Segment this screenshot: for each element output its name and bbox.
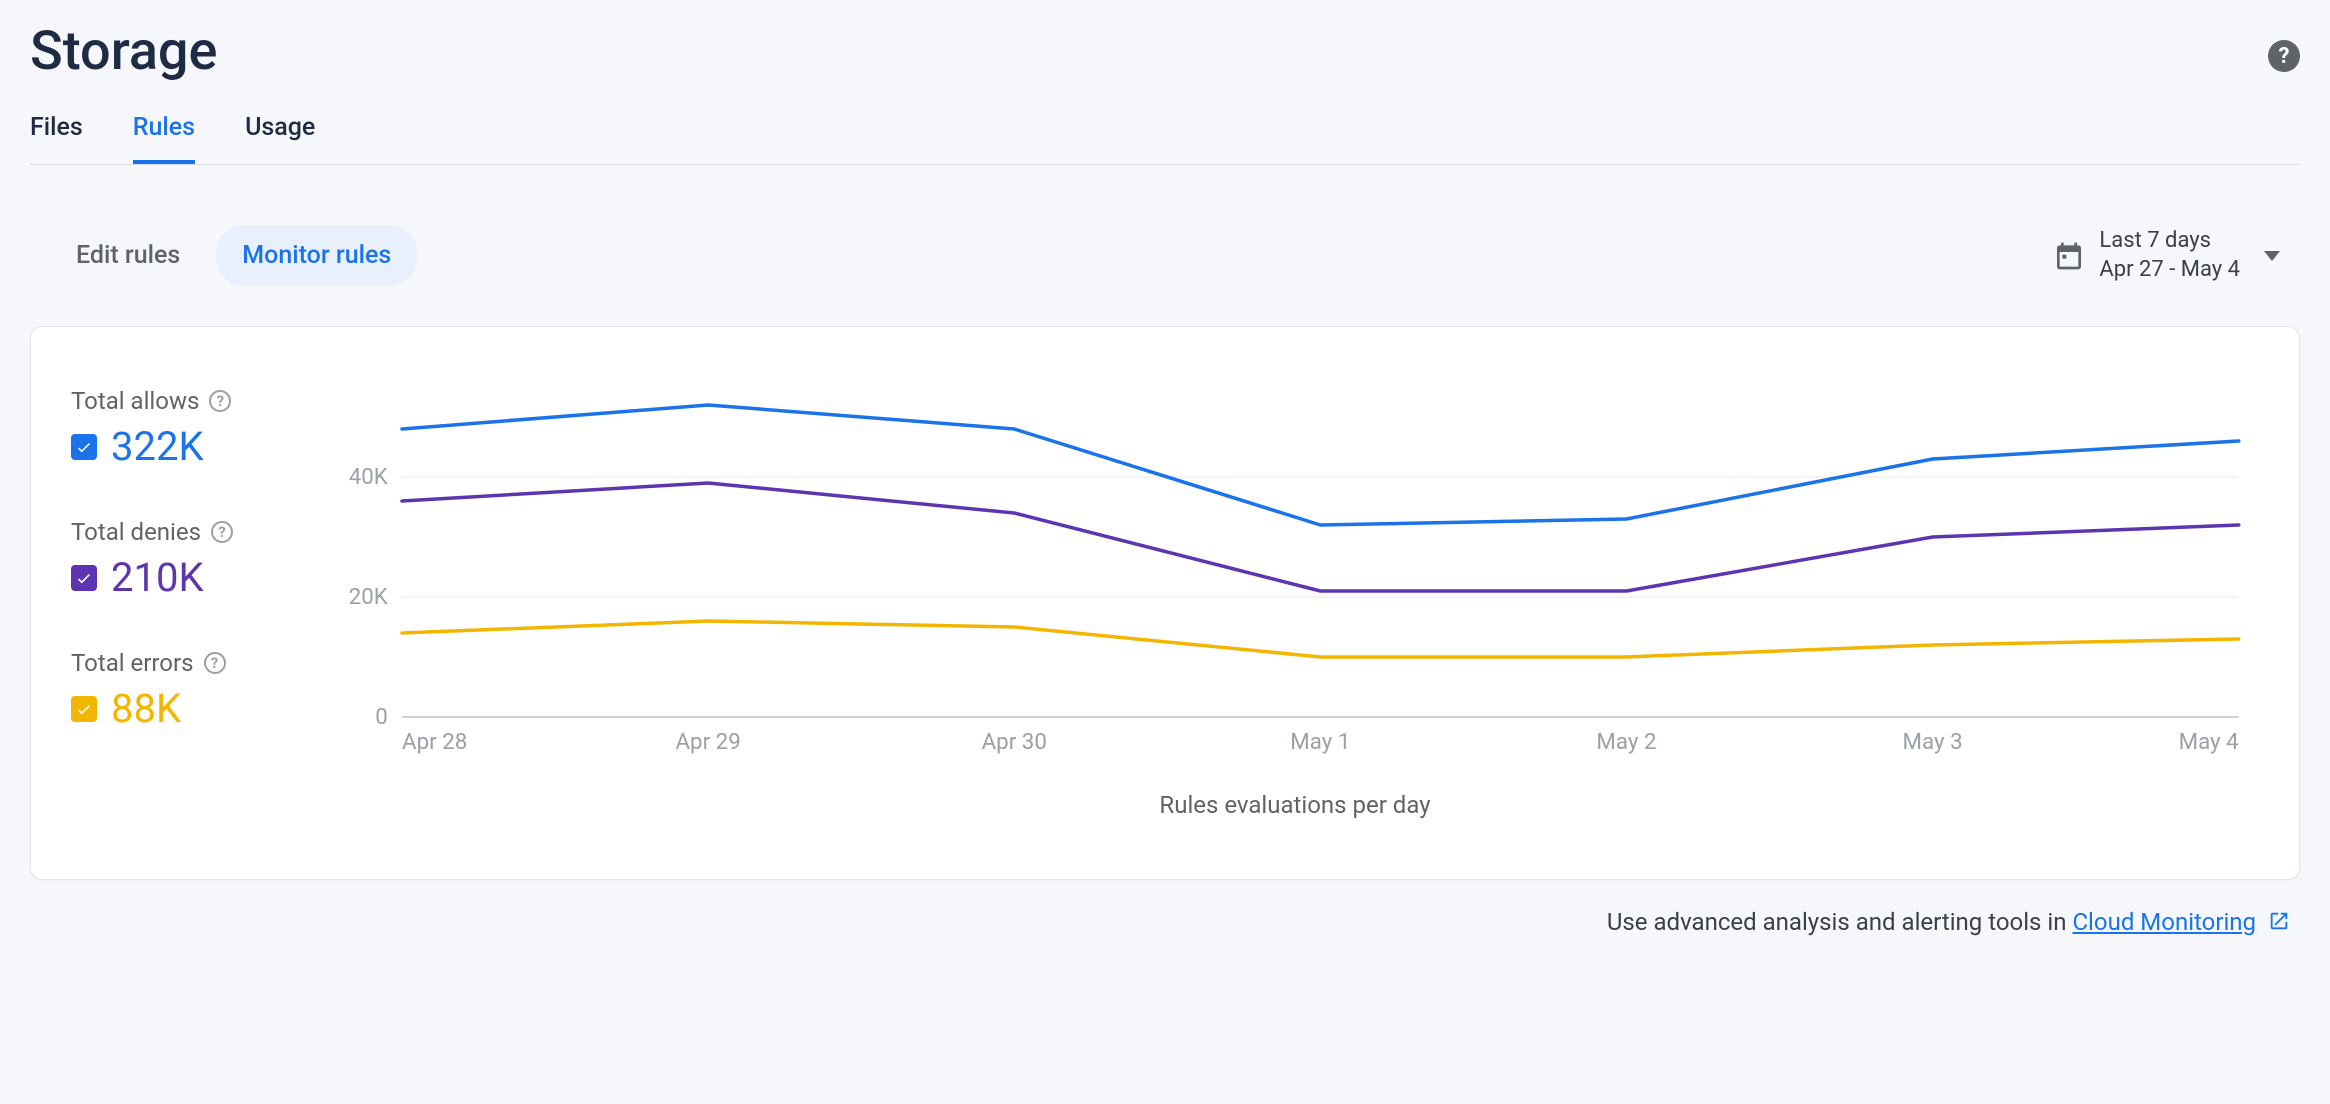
tab-usage[interactable]: Usage bbox=[245, 103, 315, 164]
top-tabs: Files Rules Usage bbox=[30, 103, 2300, 165]
tab-rules[interactable]: Rules bbox=[133, 103, 195, 164]
cloud-monitoring-link[interactable]: Cloud Monitoring bbox=[2072, 908, 2256, 936]
legend-item-errors: Total errors ? 88K bbox=[71, 649, 271, 732]
svg-text:20K: 20K bbox=[349, 584, 388, 610]
svg-text:May 4: May 4 bbox=[2179, 729, 2239, 755]
subtab-monitor-rules[interactable]: Monitor rules bbox=[216, 225, 417, 286]
page-title: Storage bbox=[30, 20, 217, 83]
chevron-down-icon bbox=[2264, 251, 2280, 261]
x-axis-label: Rules evaluations per day bbox=[331, 791, 2259, 819]
legend-allows-toggle[interactable] bbox=[71, 434, 97, 460]
date-range-label: Last 7 days bbox=[2099, 227, 2240, 256]
legend-errors-toggle[interactable] bbox=[71, 696, 97, 722]
external-link-icon bbox=[2268, 910, 2290, 938]
legend-denies-label: Total denies bbox=[71, 518, 201, 546]
svg-text:Apr 28: Apr 28 bbox=[402, 729, 467, 755]
svg-text:Apr 30: Apr 30 bbox=[982, 729, 1047, 755]
legend-errors-label: Total errors bbox=[71, 649, 194, 677]
tab-files[interactable]: Files bbox=[30, 103, 83, 164]
legend-allows-label: Total allows bbox=[71, 387, 199, 415]
svg-text:0: 0 bbox=[375, 704, 388, 730]
svg-text:May 3: May 3 bbox=[1903, 729, 1963, 755]
svg-text:May 2: May 2 bbox=[1596, 729, 1656, 755]
help-icon[interactable]: ? bbox=[209, 390, 231, 412]
calendar-icon bbox=[2053, 240, 2085, 272]
svg-text:May 1: May 1 bbox=[1290, 729, 1350, 755]
svg-text:Apr 29: Apr 29 bbox=[676, 729, 741, 755]
chart-card: Total allows ? 322K Total denies ? 210K bbox=[30, 326, 2300, 880]
legend-denies-value: 210K bbox=[111, 554, 204, 601]
legend-allows-value: 322K bbox=[111, 423, 204, 470]
legend-errors-value: 88K bbox=[111, 685, 181, 732]
svg-text:40K: 40K bbox=[349, 464, 388, 490]
legend-item-allows: Total allows ? 322K bbox=[71, 387, 271, 470]
sub-tabs: Edit rules Monitor rules bbox=[50, 225, 417, 286]
legend-item-denies: Total denies ? 210K bbox=[71, 518, 271, 601]
help-icon[interactable]: ? bbox=[204, 652, 226, 674]
help-icon[interactable]: ? bbox=[2268, 40, 2300, 72]
date-range-picker[interactable]: Last 7 days Apr 27 - May 4 bbox=[2053, 227, 2280, 284]
footer-note: Use advanced analysis and alerting tools… bbox=[30, 908, 2300, 938]
legend-denies-toggle[interactable] bbox=[71, 565, 97, 591]
subtab-edit-rules[interactable]: Edit rules bbox=[50, 225, 206, 286]
date-range-value: Apr 27 - May 4 bbox=[2099, 256, 2240, 285]
chart-legend: Total allows ? 322K Total denies ? 210K bbox=[71, 377, 271, 819]
chart-plot-area: 0 20K 40K Apr 28 Apr 29 Apr 30 May 1 May 2 May 3… bbox=[331, 377, 2259, 819]
help-icon[interactable]: ? bbox=[211, 521, 233, 543]
